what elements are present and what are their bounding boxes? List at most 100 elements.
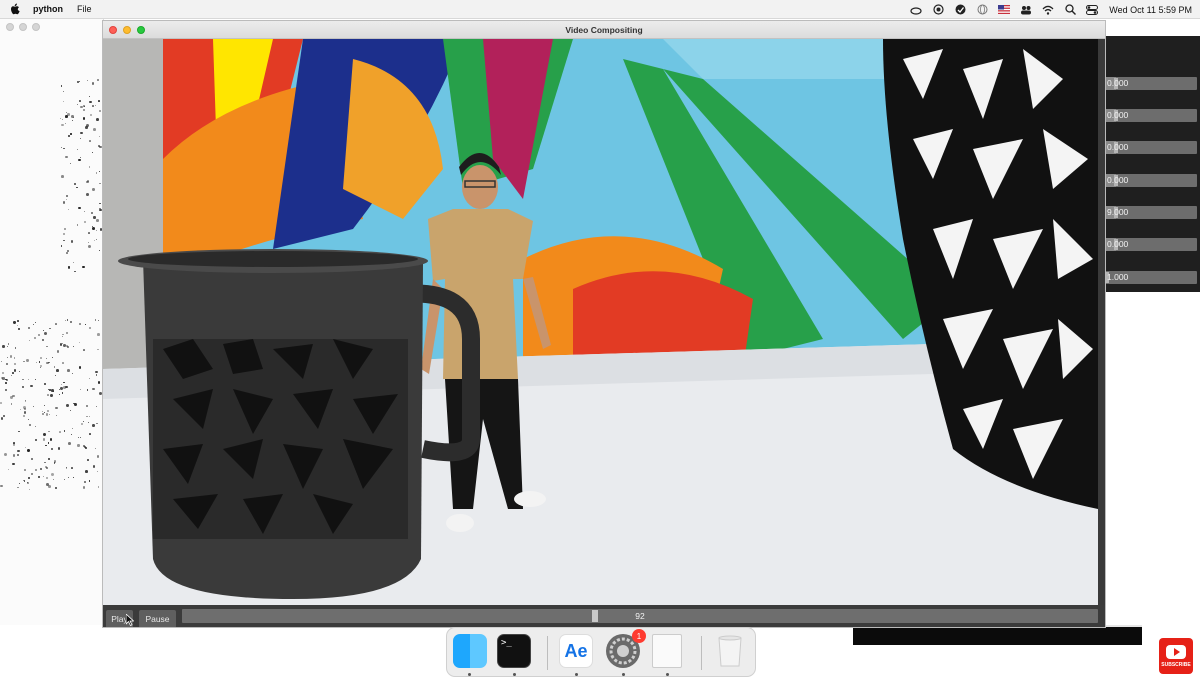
- speckle-dot: [49, 414, 51, 416]
- menu-item-file[interactable]: File: [77, 4, 92, 14]
- cloud-icon[interactable]: [910, 4, 922, 16]
- window-side-strip: [1098, 39, 1105, 605]
- finder-icon[interactable]: [453, 634, 487, 668]
- speckle-dot: [55, 323, 57, 325]
- speckle-dot: [72, 373, 74, 375]
- speckle-dot: [29, 488, 31, 490]
- background-window-controls[interactable]: [6, 23, 40, 31]
- speckle-dot: [0, 485, 3, 488]
- speckle-dot: [65, 332, 68, 334]
- speckle-dot: [86, 79, 89, 82]
- speckle-dot: [8, 343, 10, 345]
- speckle-dot: [63, 430, 65, 432]
- speckle-dot: [27, 326, 31, 330]
- speckle-dot: [74, 183, 77, 186]
- speckle-dot: [22, 378, 24, 380]
- speckle-dot: [4, 452, 8, 456]
- speckle-dot: [38, 361, 41, 363]
- speckle-dot: [47, 458, 50, 461]
- maximize-icon[interactable]: [32, 23, 40, 31]
- speckle-dot: [73, 402, 77, 406]
- dashboard-icon[interactable]: [954, 4, 966, 16]
- speckle-dot: [92, 226, 96, 230]
- speckle-dot: [79, 99, 82, 102]
- window-titlebar[interactable]: Video Compositing: [103, 21, 1105, 39]
- speckle-dot: [66, 403, 69, 407]
- slider-value: 0.000: [1107, 239, 1129, 249]
- after-effects-icon[interactable]: Ae: [559, 634, 593, 668]
- parameter-slider-2[interactable]: 0.000: [1105, 109, 1197, 122]
- speckle-dot: [46, 345, 49, 348]
- subscribe-button[interactable]: SUBSCRIBE: [1159, 638, 1193, 674]
- speckle-dot: [71, 467, 73, 469]
- control-center-icon[interactable]: [1086, 4, 1099, 16]
- trash-icon[interactable]: [715, 634, 745, 668]
- speckle-dot: [7, 468, 9, 470]
- speckle-dot: [95, 406, 97, 408]
- parameter-slider-7[interactable]: 1.000: [1105, 271, 1197, 284]
- close-icon[interactable]: [6, 23, 14, 31]
- minimize-icon[interactable]: [19, 23, 27, 31]
- speckle-dot: [61, 384, 62, 386]
- speckle-dot: [92, 424, 95, 427]
- us-flag-icon[interactable]: [998, 4, 1011, 16]
- speckle-dot: [88, 480, 91, 482]
- document-icon[interactable]: [652, 634, 682, 668]
- speckle-dot: [24, 447, 26, 449]
- globe-icon[interactable]: [976, 4, 988, 16]
- speckle-dot: [11, 462, 15, 466]
- speckle-dot: [39, 365, 42, 368]
- speckle-dot: [67, 113, 70, 116]
- parameter-slider-3[interactable]: 0.000: [1105, 141, 1197, 154]
- speckle-dot: [83, 220, 86, 223]
- speckle-dot: [79, 80, 81, 83]
- users-icon[interactable]: [1020, 4, 1032, 16]
- speckle-dot: [77, 158, 81, 162]
- speckle-dot: [92, 151, 94, 154]
- frame-timeline-slider[interactable]: 92: [182, 609, 1098, 623]
- speckle-dot: [64, 478, 66, 480]
- speckle-dot: [43, 461, 46, 464]
- speckle-dot: [97, 319, 99, 321]
- record-icon[interactable]: [932, 4, 944, 16]
- speckle-dot: [60, 117, 62, 119]
- dock-separator: [701, 636, 702, 670]
- terminal-icon[interactable]: >_: [497, 634, 531, 668]
- speckle-dot: [58, 431, 61, 434]
- speckle-dot: [14, 369, 17, 372]
- speckle-dot: [95, 374, 98, 376]
- speckle-dot: [96, 454, 100, 458]
- speckle-dot: [96, 239, 98, 241]
- parameter-slider-5[interactable]: 9.000: [1105, 206, 1197, 219]
- speckle-dot: [13, 442, 16, 445]
- parameter-slider-1[interactable]: 0.000: [1105, 77, 1197, 90]
- speckle-dot: [14, 347, 17, 349]
- video-preview[interactable]: [103, 39, 1098, 605]
- pause-button[interactable]: Pause: [139, 610, 176, 627]
- subscribe-label: SUBSCRIBE: [1161, 661, 1191, 668]
- speckle-dot: [50, 447, 53, 451]
- speckle-dot: [88, 244, 92, 248]
- speckle-dot: [66, 319, 69, 321]
- video-compositing-window[interactable]: Video Compositing Play Pause 92: [102, 20, 1106, 628]
- speckle-dot: [83, 117, 86, 120]
- wifi-icon[interactable]: [1042, 4, 1054, 16]
- speckle-dot: [16, 325, 18, 327]
- apple-menu-icon[interactable]: [9, 3, 21, 15]
- running-indicator: [513, 673, 516, 676]
- menu-bar-clock[interactable]: Wed Oct 11 5:59 PM: [1109, 5, 1192, 15]
- speckle-dot: [50, 394, 53, 398]
- speckle-dot: [48, 388, 51, 391]
- speckle-dot: [17, 454, 20, 457]
- app-name-menu[interactable]: python: [33, 4, 63, 14]
- search-icon[interactable]: [1064, 4, 1076, 16]
- parameter-slider-4[interactable]: 0.000: [1105, 174, 1197, 187]
- speckle-dot: [67, 441, 71, 445]
- speckle-dot: [85, 126, 88, 129]
- parameter-slider-6[interactable]: 0.000: [1105, 238, 1197, 251]
- speckle-dot: [71, 433, 72, 435]
- speckle-dot: [9, 355, 13, 358]
- background-window[interactable]: [0, 19, 104, 625]
- speckle-dot: [61, 335, 63, 337]
- speckle-dot: [90, 211, 93, 214]
